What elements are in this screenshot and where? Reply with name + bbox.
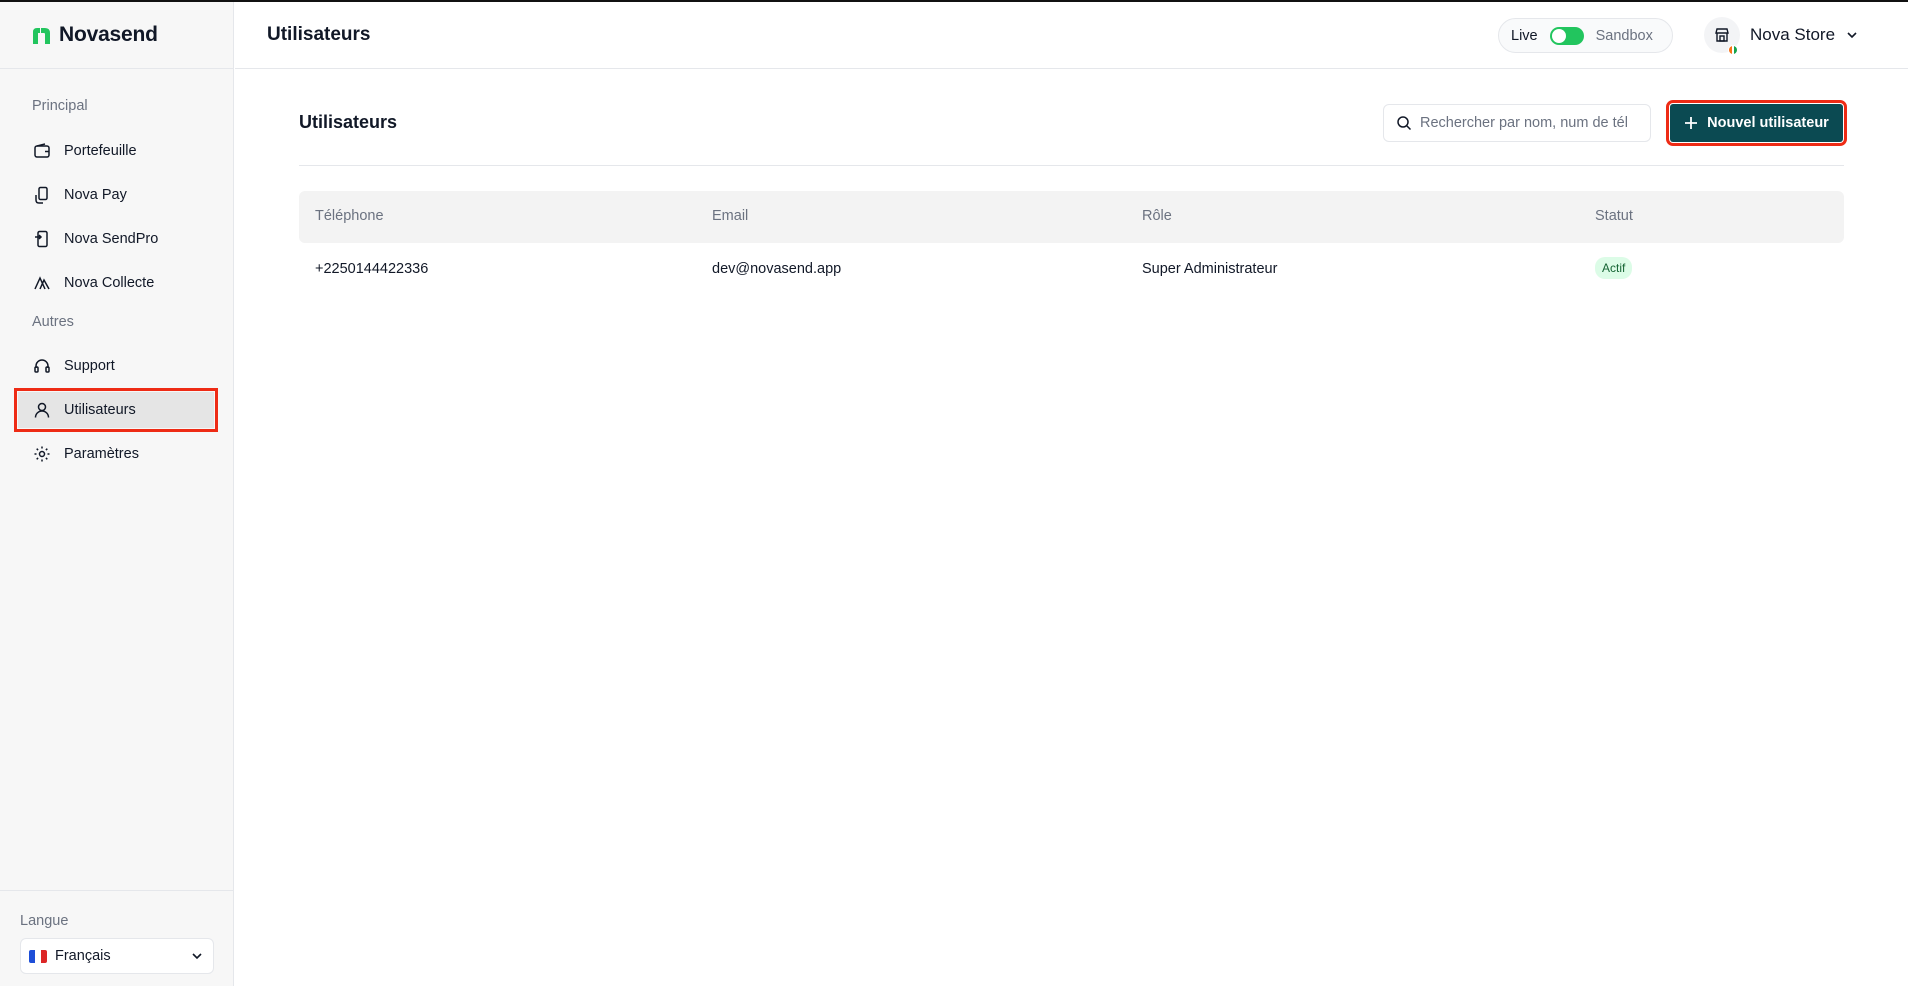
sidebar-item-label: Support	[64, 358, 115, 374]
column-header-role[interactable]: Rôle	[1142, 208, 1172, 224]
plus-icon	[1685, 117, 1698, 129]
section-title-autres: Autres	[32, 314, 74, 330]
account-name: Nova Store	[1750, 25, 1836, 44]
search-box[interactable]	[1383, 104, 1651, 142]
column-header-statut[interactable]: Statut	[1595, 208, 1633, 224]
sidebar-item-nova-pay[interactable]: Nova Pay	[18, 177, 214, 213]
env-live-label: Live	[1511, 27, 1538, 44]
cell-email: dev@novasend.app	[712, 261, 842, 277]
language-select[interactable]: Français	[20, 938, 214, 974]
sidebar: Novasend Principal Portefeuille Nova Pay…	[0, 2, 234, 986]
cell-phone: +2250144422336	[315, 261, 429, 277]
cell-role: Super Administrateur	[1142, 261, 1278, 277]
topbar: Utilisateurs Live Sandbox Nova Store	[235, 2, 1908, 69]
sidebar-item-utilisateurs[interactable]: Utilisateurs	[14, 388, 218, 432]
store-icon	[1715, 28, 1729, 42]
search-icon	[1397, 116, 1412, 131]
user-icon	[32, 400, 52, 420]
account-menu[interactable]: Nova Store	[1704, 16, 1859, 55]
sidebar-item-parametres[interactable]: Paramètres	[18, 436, 214, 472]
sidebar-item-label: Nova Pay	[64, 187, 127, 203]
section-heading: Utilisateurs	[299, 112, 398, 132]
sidebar-item-nova-sendpro[interactable]: Nova SendPro	[18, 221, 214, 257]
hand-phone-icon	[32, 185, 52, 205]
sidebar-divider	[0, 890, 234, 891]
brand-name: Novasend	[59, 23, 158, 46]
status-badge: Actif	[1595, 257, 1633, 279]
collect-icon	[32, 273, 52, 293]
country-flag-icon	[1728, 45, 1738, 55]
new-user-label: Nouvel utilisateur	[1707, 115, 1829, 131]
sidebar-item-label: Nova Collecte	[64, 275, 155, 291]
chevron-down-icon	[1847, 32, 1857, 39]
column-header-email[interactable]: Email	[712, 208, 748, 224]
novasend-logo-icon	[33, 28, 50, 44]
divider	[299, 165, 1844, 166]
environment-toggle[interactable]: Live Sandbox	[1498, 18, 1673, 53]
language-title: Langue	[20, 913, 69, 929]
sidebar-item-label: Nova SendPro	[64, 231, 159, 247]
sidebar-item-label: Portefeuille	[64, 143, 137, 159]
sidebar-item-support[interactable]: Support	[18, 348, 214, 384]
chevron-down-icon	[192, 953, 202, 960]
env-sandbox-label: Sandbox	[1595, 27, 1653, 44]
avatar	[1704, 17, 1740, 55]
sidebar-item-nova-collecte[interactable]: Nova Collecte	[18, 265, 214, 301]
sidebar-item-label: Utilisateurs	[64, 402, 136, 418]
sidebar-item-label: Paramètres	[64, 446, 139, 462]
wallet-icon	[32, 141, 52, 161]
france-flag-icon	[29, 949, 47, 963]
env-switch[interactable]	[1549, 26, 1584, 45]
search-input[interactable]	[1420, 115, 1640, 131]
language-selected: Français	[55, 948, 111, 964]
gear-icon	[32, 444, 52, 464]
new-user-button[interactable]: Nouvel utilisateur	[1666, 100, 1847, 146]
sidebar-item-portefeuille[interactable]: Portefeuille	[18, 133, 214, 169]
section-title-principal: Principal	[32, 98, 88, 114]
headset-icon	[32, 356, 52, 376]
users-table: Téléphone Email Rôle Statut +22501444223…	[299, 191, 1844, 297]
phone-transfer-icon	[32, 229, 52, 249]
brand[interactable]: Novasend	[0, 2, 233, 69]
table-header: Téléphone Email Rôle Statut	[299, 191, 1844, 243]
column-header-telephone[interactable]: Téléphone	[315, 208, 384, 224]
page-title: Utilisateurs	[267, 24, 371, 45]
